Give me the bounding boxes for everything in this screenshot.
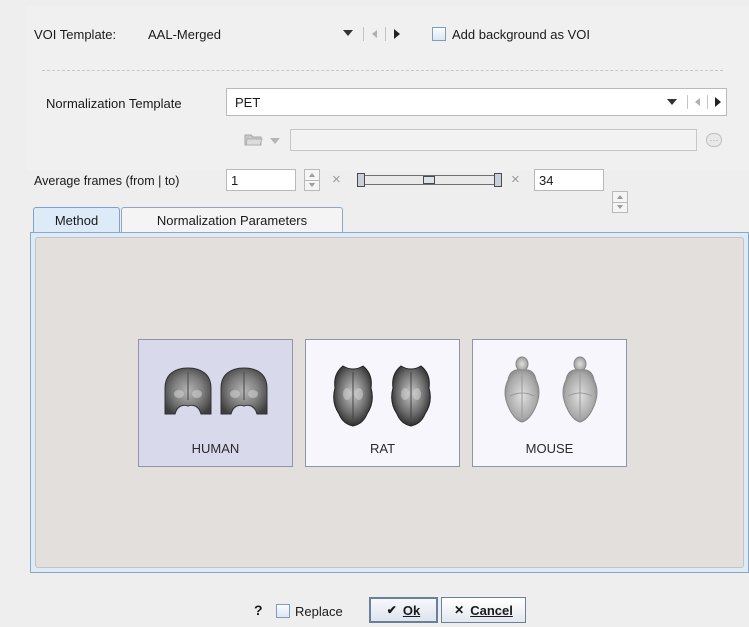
previous-arrow-icon[interactable]	[372, 30, 377, 38]
separator	[687, 95, 688, 109]
voi-template-label: VOI Template:	[34, 26, 117, 42]
ok-button[interactable]: ✔ Ok	[369, 597, 438, 623]
template-path-field[interactable]	[290, 129, 697, 151]
cancel-label: Cancel	[470, 602, 513, 618]
separator	[707, 95, 708, 109]
close-icon: ✕	[454, 603, 465, 617]
tab-normalization-parameters[interactable]: Normalization Parameters	[121, 207, 343, 233]
species-card-mouse[interactable]: MOUSE	[472, 339, 627, 467]
tab-method[interactable]: Method	[33, 207, 120, 233]
replace-checkbox[interactable]	[276, 604, 290, 618]
folder-open-icon[interactable]	[244, 131, 264, 147]
species-label-mouse: MOUSE	[525, 441, 574, 456]
normalization-template-value: PET	[235, 94, 261, 110]
voi-template-dropdown[interactable]: AAL-Merged	[148, 24, 360, 44]
help-button[interactable]: ?	[254, 602, 263, 618]
species-label-human: HUMAN	[191, 441, 240, 456]
frame-from-field[interactable]: 1	[226, 169, 296, 191]
checkmark-icon: ✔	[386, 603, 397, 617]
voi-template-value: AAL-Merged	[148, 26, 221, 42]
range-center-handle[interactable]	[423, 176, 435, 184]
chevron-down-icon[interactable]	[667, 99, 677, 105]
chevron-down-icon[interactable]	[270, 138, 280, 144]
range-end-handle[interactable]	[494, 173, 502, 187]
add-background-checkbox[interactable]	[432, 27, 446, 41]
normalization-template-label: Normalization Template	[46, 95, 182, 111]
next-arrow-icon[interactable]	[394, 29, 400, 39]
replace-label: Replace	[295, 603, 343, 619]
separator	[363, 27, 364, 41]
previous-arrow-icon[interactable]	[695, 98, 700, 106]
mouse-brain-icon	[504, 356, 597, 423]
species-label-rat: RAT	[369, 441, 396, 456]
add-background-label: Add background as VOI	[452, 26, 591, 42]
chevron-down-icon[interactable]	[343, 30, 353, 36]
species-card-rat[interactable]: RAT	[305, 339, 460, 467]
times-icon: ×	[332, 171, 341, 188]
rat-brain-icon	[332, 365, 431, 427]
frame-from-spinner[interactable]	[304, 169, 320, 191]
cancel-button[interactable]: ✕ Cancel	[441, 597, 526, 623]
times-icon: ×	[511, 171, 520, 188]
next-arrow-icon[interactable]	[715, 97, 721, 107]
average-frames-label: Average frames (from | to)	[34, 174, 180, 188]
ok-label: Ok	[402, 602, 421, 618]
frame-range-slider[interactable]	[357, 173, 502, 187]
frame-from-value: 1	[231, 172, 239, 188]
species-card-human[interactable]: HUMAN	[138, 339, 293, 467]
frame-to-field[interactable]: 34	[534, 169, 604, 191]
normalization-template-dropdown[interactable]: PET	[226, 88, 727, 116]
human-brain-icon	[164, 367, 267, 415]
frame-to-value: 34	[539, 172, 554, 188]
range-start-handle[interactable]	[357, 173, 365, 187]
frame-to-spinner[interactable]	[612, 191, 628, 213]
separator	[385, 27, 386, 41]
ellipsis-icon[interactable]: ···	[706, 133, 722, 147]
dashed-divider	[42, 70, 723, 71]
